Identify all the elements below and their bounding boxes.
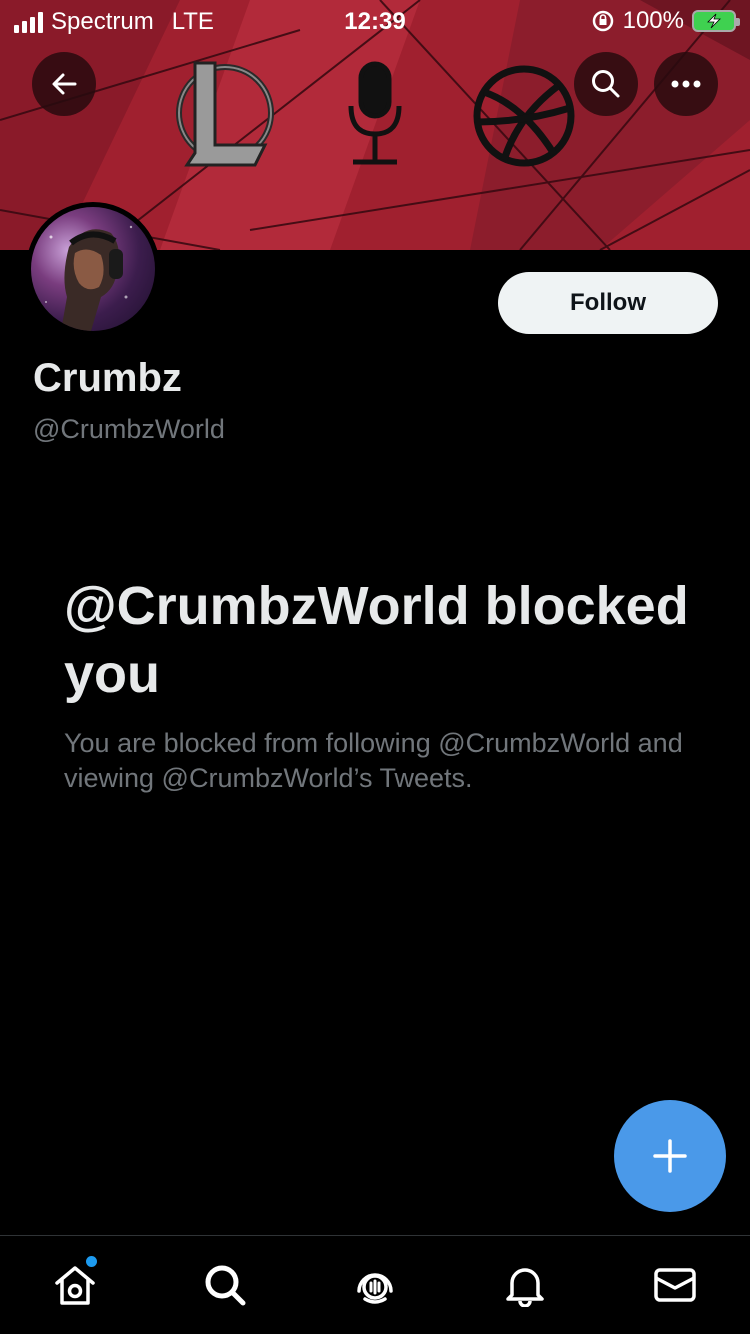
search-button[interactable]: [574, 52, 638, 116]
follow-button[interactable]: Follow: [498, 272, 718, 334]
avatar[interactable]: [26, 202, 160, 336]
tab-spaces[interactable]: [350, 1260, 400, 1310]
blocked-title: @CrumbzWorld blocked you: [64, 576, 689, 704]
display-name: Crumbz: [33, 356, 182, 400]
search-icon: [205, 1265, 246, 1306]
arrow-left-icon: [52, 73, 77, 95]
notification-dot: [86, 1256, 97, 1267]
battery-percentage: 100%: [622, 7, 684, 34]
plus-icon: [653, 1139, 687, 1173]
spaces-icon: [357, 1273, 393, 1304]
status-bar: Spectrum LTE 12:39 100%: [0, 0, 750, 42]
bottom-tab-bar: [0, 1235, 750, 1334]
mail-icon: [654, 1268, 696, 1302]
more-options-button[interactable]: [654, 52, 718, 116]
tab-notifications[interactable]: [500, 1260, 550, 1310]
bell-icon: [506, 1268, 544, 1307]
back-button[interactable]: [32, 52, 96, 116]
tab-messages[interactable]: [650, 1260, 700, 1310]
compose-tweet-button[interactable]: [614, 1100, 726, 1212]
rotation-lock-icon: [592, 10, 613, 32]
user-handle: @CrumbzWorld: [33, 414, 225, 444]
blocked-description: You are blocked from following @CrumbzWo…: [64, 728, 683, 793]
tab-search[interactable]: [200, 1260, 250, 1310]
battery-icon: [692, 10, 740, 32]
more-horizontal-icon: [671, 80, 701, 88]
tab-home[interactable]: [50, 1256, 100, 1310]
search-icon: [592, 70, 620, 98]
home-icon: [55, 1266, 95, 1305]
avatar-image: [31, 207, 155, 331]
